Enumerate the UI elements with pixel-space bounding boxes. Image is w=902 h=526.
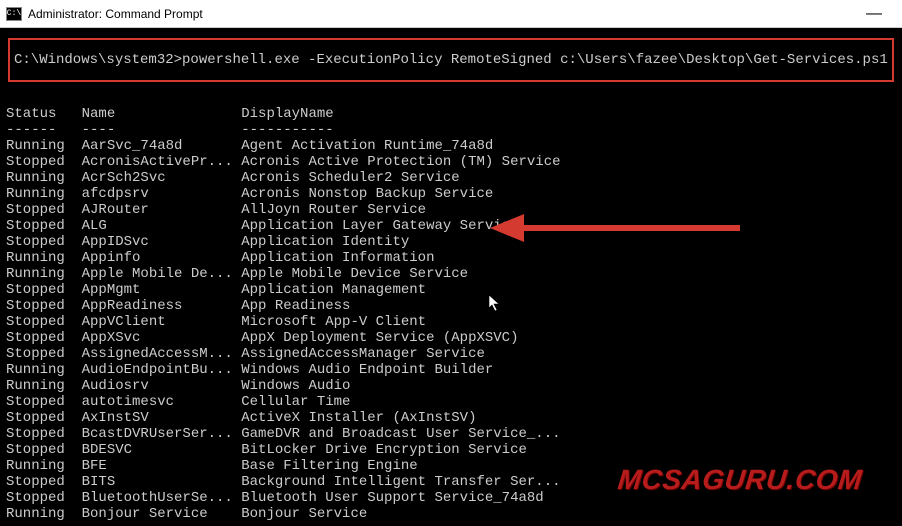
output-block: Status Name DisplayName ------ ---- ----… — [6, 90, 896, 522]
command-highlight-box: C:\Windows\system32>powershell.exe -Exec… — [8, 38, 894, 82]
window-titlebar: C:\ Administrator: Command Prompt — — [0, 0, 902, 28]
watermark-text: MCSAGURU.COM — [616, 464, 863, 496]
window-title: Administrator: Command Prompt — [28, 7, 852, 21]
cmd-icon: C:\ — [6, 7, 22, 21]
terminal-output[interactable]: C:\Windows\system32>powershell.exe -Exec… — [0, 28, 902, 526]
minimize-button[interactable]: — — [852, 5, 896, 23]
command-prompt: C:\Windows\system32>powershell.exe -Exec… — [14, 52, 888, 68]
service-listing: Status Name DisplayName ------ ---- ----… — [6, 90, 896, 522]
